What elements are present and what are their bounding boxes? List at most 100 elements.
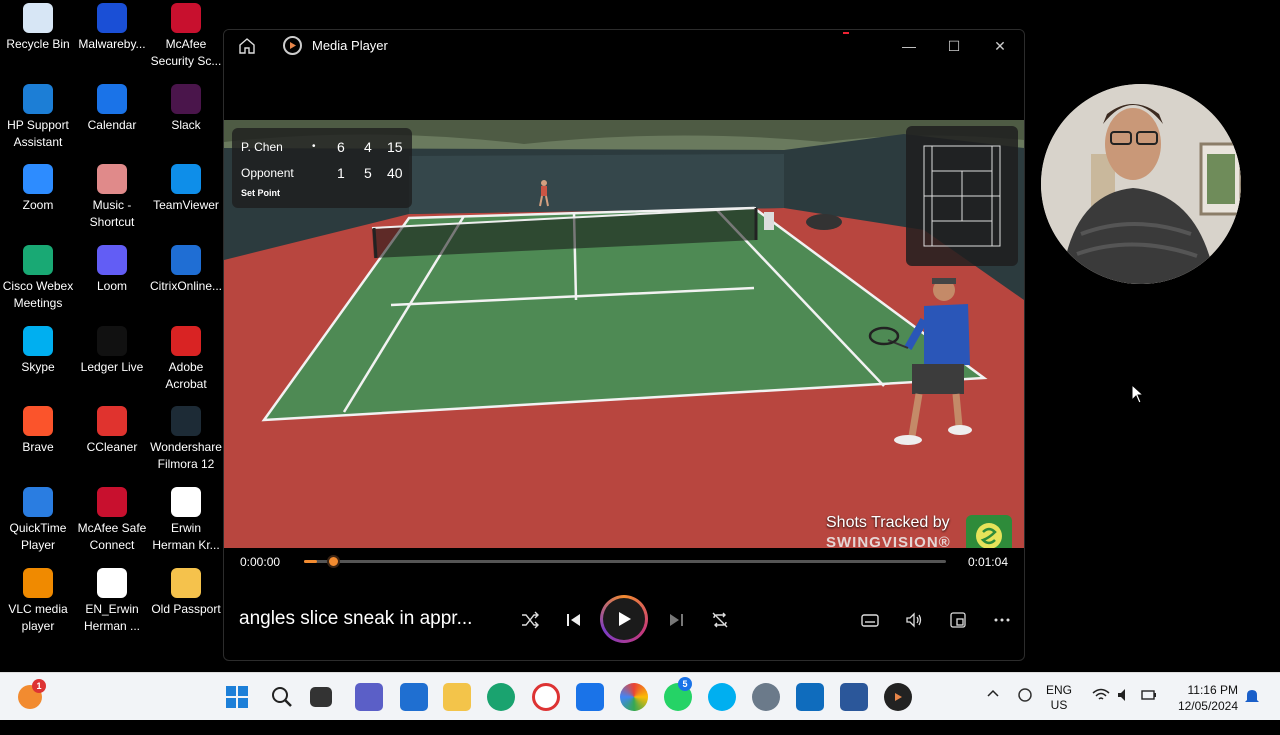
teams-icon[interactable]	[355, 683, 383, 711]
desktop-icon-label: Music - Shortcut	[89, 198, 135, 229]
desktop-icon[interactable]: Slack	[148, 84, 224, 134]
desktop-icon[interactable]: Zoom	[0, 164, 76, 214]
desktop-icon-label: Brave	[22, 440, 54, 454]
task-view-icon[interactable]	[310, 687, 332, 707]
maximize-button[interactable]: ☐	[936, 34, 972, 58]
slack-icon	[171, 84, 201, 114]
desktop-icon-label: McAfee Security Sc...	[150, 37, 222, 68]
desktop-icon[interactable]: Loom	[74, 245, 150, 295]
previous-icon[interactable]	[562, 608, 586, 632]
media-player-app-icon	[283, 36, 302, 55]
language-indicator[interactable]: ENG US	[1046, 683, 1072, 731]
notification-bell-icon[interactable]	[1244, 687, 1260, 735]
skype-taskbar-icon[interactable]	[708, 683, 736, 711]
outlook-icon[interactable]	[796, 683, 824, 711]
desktop-icon[interactable]: QuickTime Player	[0, 487, 76, 554]
file-explorer-icon[interactable]	[443, 683, 471, 711]
desktop-icon[interactable]: Old Passport	[148, 568, 224, 618]
vlc-icon	[23, 568, 53, 598]
progress-indicator	[843, 32, 849, 34]
next-icon[interactable]	[664, 608, 688, 632]
music-folder-icon	[97, 164, 127, 194]
repeat-off-icon[interactable]	[708, 608, 732, 632]
desktop-icon[interactable]: VLC media player	[0, 568, 76, 635]
desktop-icon[interactable]: Ledger Live	[74, 326, 150, 376]
chrome-icon[interactable]	[620, 683, 648, 711]
desktop-icon[interactable]: CitrixOnline...	[148, 245, 224, 295]
shuffle-icon[interactable]	[518, 608, 542, 632]
video-frame[interactable]: P. Chen • 6 4 15 Opponent 1 5 40 Set Poi…	[224, 120, 1024, 548]
desktop-icon-label: McAfee Safe Connect	[77, 521, 147, 552]
title-bar[interactable]: Media Player — ☐ ✕	[224, 30, 1024, 62]
set-point-label: Set Point	[241, 188, 281, 198]
desktop-icon-label: CCleaner	[86, 440, 138, 454]
close-button[interactable]: ✕	[982, 34, 1018, 58]
filmora-icon	[171, 406, 201, 436]
seek-bar[interactable]	[304, 555, 946, 568]
desktop-icon[interactable]: McAfee Safe Connect	[74, 487, 150, 554]
seek-bar-thumb[interactable]	[327, 555, 340, 568]
webcam-person-image	[1041, 84, 1241, 284]
edge-icon[interactable]	[487, 683, 515, 711]
folder-icon	[171, 568, 201, 598]
desktop-icon-label: Calendar	[87, 118, 137, 132]
scoreboard-overlay: P. Chen • 6 4 15 Opponent 1 5 40 Set Poi…	[232, 128, 412, 208]
desktop-icon-label: Cisco Webex Meetings	[2, 279, 74, 310]
word-icon[interactable]	[840, 683, 868, 711]
start-button[interactable]	[223, 683, 251, 711]
loom-icon	[97, 245, 127, 275]
minimize-button[interactable]: —	[891, 34, 927, 58]
recording-app-icon[interactable]	[532, 683, 560, 711]
sync-icon[interactable]	[1016, 686, 1034, 734]
desktop-icon[interactable]: McAfee Security Sc...	[148, 3, 224, 70]
desktop-icon[interactable]: Malwareby...	[74, 3, 150, 53]
player2-set2: 5	[364, 165, 372, 181]
mcafee-icon	[171, 3, 201, 33]
desktop-icon-label: Skype	[21, 360, 55, 374]
miniplayer-icon[interactable]	[946, 608, 970, 632]
player1-game-points: 15	[387, 139, 403, 155]
desktop-icon[interactable]: Erwin Herman Kr...	[148, 487, 224, 554]
score-row-player2: Opponent 1 5 40	[241, 160, 403, 186]
battery-icon[interactable]	[1140, 687, 1158, 735]
play-button[interactable]	[600, 595, 648, 643]
media-title: angles slice sneak in appr...	[239, 608, 473, 629]
volume-icon[interactable]	[902, 608, 926, 632]
mail-icon[interactable]	[400, 683, 428, 711]
desktop-icon[interactable]: EN_Erwin Herman ...	[74, 568, 150, 635]
system-clock[interactable]: 11:16 PM 12/05/2024	[1168, 682, 1238, 730]
desktop-icon[interactable]: Music - Shortcut	[74, 164, 150, 231]
player1-set2: 4	[364, 139, 372, 155]
player1-set1: 6	[337, 139, 345, 155]
desktop-icon[interactable]: Wondershare Filmora 12	[148, 406, 224, 473]
whatsapp-icon[interactable]: 5	[664, 677, 692, 711]
language-code: ENG	[1046, 683, 1073, 697]
play-icon	[619, 612, 631, 626]
watermark-text: Shots Tracked by	[826, 514, 950, 531]
volume-tray-icon[interactable]	[1116, 687, 1134, 735]
desktop-icon[interactable]: Calendar	[74, 84, 150, 134]
wifi-icon[interactable]	[1092, 687, 1110, 735]
weather-widget-icon[interactable]: 1	[18, 679, 46, 709]
webcam-overlay	[1041, 84, 1241, 284]
captions-icon[interactable]	[858, 608, 882, 632]
mouse-cursor-icon	[1131, 384, 1145, 404]
chevron-up-icon[interactable]	[986, 687, 1000, 735]
home-icon[interactable]	[238, 37, 256, 55]
media-player-window: Media Player — ☐ ✕ P. Chen • 6 4 15 Oppo…	[223, 29, 1025, 661]
score-row-player1: P. Chen • 6 4 15	[241, 134, 403, 160]
desktop-icon[interactable]: CCleaner	[74, 406, 150, 456]
settings-icon[interactable]	[752, 683, 780, 711]
desktop-icon[interactable]: TeamViewer	[148, 164, 224, 214]
desktop-icon[interactable]: Skype	[0, 326, 76, 376]
more-options-icon[interactable]	[990, 608, 1014, 632]
media-player-taskbar-icon[interactable]	[884, 683, 912, 711]
desktop-icon[interactable]: Cisco Webex Meetings	[0, 245, 76, 312]
desktop-icon-label: Zoom	[22, 198, 54, 212]
remote-desktop-icon[interactable]	[576, 683, 604, 711]
desktop-icon[interactable]: HP Support Assistant	[0, 84, 76, 151]
search-icon[interactable]	[268, 683, 296, 711]
desktop-icon[interactable]: Adobe Acrobat	[148, 326, 224, 393]
desktop-icon[interactable]: Recycle Bin	[0, 3, 76, 53]
desktop-icon[interactable]: Brave	[0, 406, 76, 456]
